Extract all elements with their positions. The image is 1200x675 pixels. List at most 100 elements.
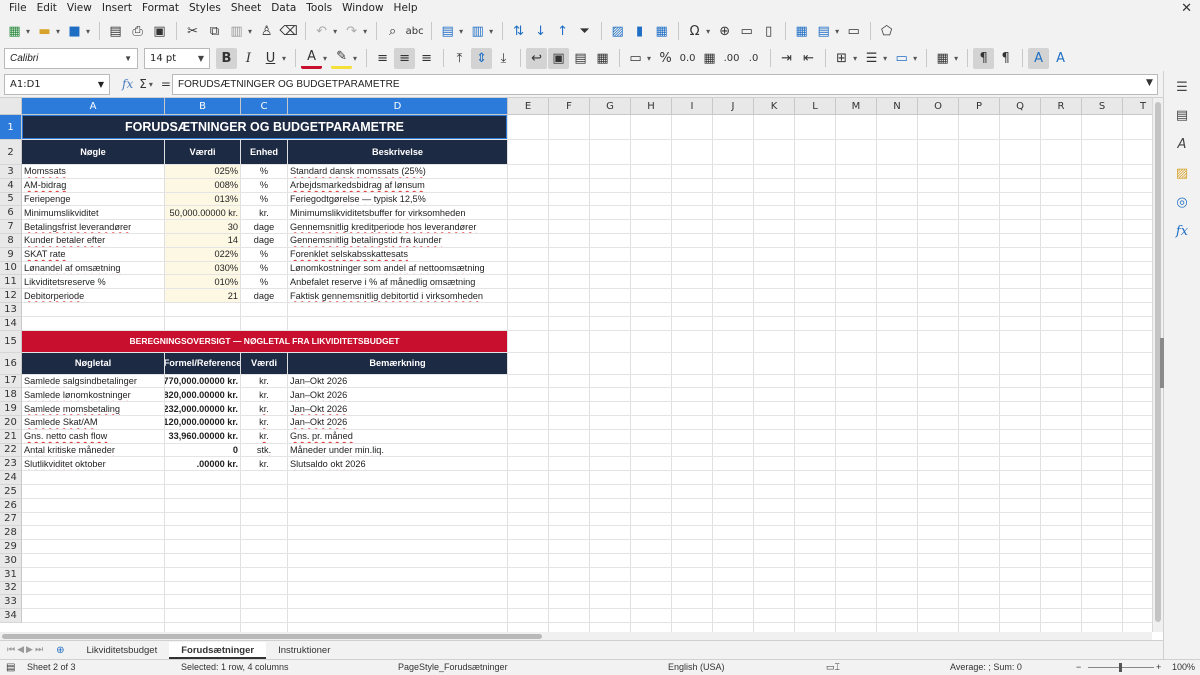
borders-dropdown-icon[interactable]: ▾: [853, 54, 857, 63]
kpi-value-cell[interactable]: 232,000.00000 kr.: [165, 402, 240, 415]
undo-dropdown-icon[interactable]: ▾: [333, 27, 337, 36]
column-header[interactable]: M: [836, 98, 877, 115]
close-document-icon[interactable]: ✕: [1181, 0, 1192, 17]
column-header[interactable]: J: [713, 98, 754, 115]
row-header[interactable]: 19: [0, 402, 22, 416]
param-unit-cell[interactable]: kr.: [241, 206, 287, 219]
row-header[interactable]: 25: [0, 485, 22, 499]
column-header[interactable]: F: [549, 98, 590, 115]
param-key-cell[interactable]: SKAT rate: [22, 248, 164, 261]
menu-item[interactable]: Edit: [32, 0, 62, 17]
row-header[interactable]: 34: [0, 609, 22, 623]
percent-format-icon[interactable]: %: [655, 48, 676, 69]
last-sheet-icon[interactable]: ⏭: [34, 645, 44, 655]
date-format-icon[interactable]: ▦: [699, 48, 720, 69]
row-header[interactable]: 2: [0, 140, 22, 165]
formula-input[interactable]: FORUDSÆTNINGER OG BUDGETPARAMETRE: [172, 74, 1158, 95]
menu-item[interactable]: Help: [389, 0, 423, 17]
underline-dropdown-icon[interactable]: ▾: [282, 54, 286, 63]
decrease-indent-icon[interactable]: ⇤: [798, 48, 819, 69]
param-desc-cell[interactable]: Forenklet selskabsskattesats: [288, 248, 507, 261]
name-box[interactable]: A1:D1 ▼: [4, 73, 110, 95]
kpi-unit-cell[interactable]: kr.: [241, 388, 287, 401]
kpi-key-cell[interactable]: Samlede salgsindbetalinger: [22, 375, 164, 388]
right-to-left-icon[interactable]: ¶: [995, 48, 1016, 69]
page-style[interactable]: PageStyle_Forudsætninger: [398, 662, 508, 672]
currency-dropdown-icon[interactable]: ▾: [647, 54, 651, 63]
styles-icon[interactable]: A: [1172, 134, 1192, 154]
param-value-cell[interactable]: 013%: [165, 192, 240, 206]
align-right-icon[interactable]: ≡: [416, 48, 437, 69]
kpi-key-cell[interactable]: Samlede momsbetaling: [22, 402, 164, 415]
insert-image-icon[interactable]: ▨: [607, 21, 628, 42]
find-replace-icon[interactable]: ⌕: [382, 21, 403, 42]
left-to-right-icon[interactable]: ¶: [973, 47, 995, 69]
language-status[interactable]: English (USA): [668, 662, 725, 672]
row-header[interactable]: 17: [0, 374, 22, 389]
spelling-icon[interactable]: abc: [404, 21, 425, 42]
param-key-cell[interactable]: Minimumslikviditet: [22, 206, 164, 219]
param-desc-cell[interactable]: Arbejdsmarkedsbidrag af lønsum: [288, 179, 507, 192]
sort-ascending-icon[interactable]: ↓: [530, 21, 551, 42]
select-all-corner[interactable]: [0, 98, 22, 115]
param-desc-cell[interactable]: Minimumslikviditetsbuffer for virksomhed…: [288, 206, 507, 219]
expand-formula-bar-icon[interactable]: ▼: [1146, 78, 1153, 88]
param-value-cell[interactable]: 030%: [165, 261, 240, 275]
param-desc-cell[interactable]: Feriegodtgørelse — typisk 12,5%: [288, 193, 507, 206]
menu-item[interactable]: Data: [266, 0, 301, 17]
paste-icon[interactable]: ▥: [226, 21, 247, 42]
param-unit-cell[interactable]: %: [241, 275, 287, 288]
param-desc-cell[interactable]: Gennemsnitlig betalingstid fra kunder: [288, 234, 507, 247]
param-value-cell[interactable]: 21: [165, 289, 240, 302]
kpi-key-cell[interactable]: Antal kritiske måneder: [22, 444, 164, 457]
clone-formatting-icon[interactable]: ♙: [256, 21, 277, 42]
param-value-cell[interactable]: 010%: [165, 275, 240, 289]
column-header[interactable]: G: [590, 98, 631, 115]
selection-mode-icon[interactable]: ▭⌶: [826, 662, 840, 673]
font-color-icon[interactable]: A: [301, 48, 323, 69]
kpi-key-cell[interactable]: Gns. netto cash flow: [22, 430, 164, 443]
section-title-cell[interactable]: BEREGNINGSOVERSIGT — NØGLETAL FRA LIKVID…: [22, 330, 507, 352]
row-header[interactable]: 4: [0, 178, 22, 193]
param-value-cell[interactable]: 008%: [165, 178, 240, 192]
special-character-icon[interactable]: Ω: [684, 21, 705, 42]
row-header[interactable]: 11: [0, 275, 22, 290]
row-header[interactable]: 29: [0, 540, 22, 554]
param-key-cell[interactable]: Debitorperiode: [22, 289, 164, 302]
print-preview-icon[interactable]: ▣: [149, 21, 170, 42]
sidebar-menu-icon[interactable]: ☰: [1172, 77, 1192, 97]
sum-icon[interactable]: Σ: [139, 77, 147, 91]
column-header[interactable]: N: [877, 98, 918, 115]
italic-icon[interactable]: I: [238, 48, 259, 69]
redo-icon[interactable]: ↷: [341, 21, 362, 42]
kpi-note-cell[interactable]: Jan–Okt 2026: [288, 402, 507, 415]
unmerge-cells-icon[interactable]: ▦: [592, 48, 613, 69]
save-icon[interactable]: ■: [64, 21, 85, 42]
currency-format-icon[interactable]: ▭: [625, 48, 646, 69]
param-desc-cell[interactable]: Faktisk gennemsnitlig debitortid i virks…: [288, 289, 507, 302]
conditional-format-icon[interactable]: ▦: [932, 48, 953, 69]
param-key-cell[interactable]: Feriepenge: [22, 193, 164, 206]
paste-dropdown-icon[interactable]: ▾: [248, 27, 252, 36]
kpi-key-cell[interactable]: Samlede lønomkostninger: [22, 388, 164, 401]
row-icon[interactable]: ▤: [437, 21, 458, 42]
font-name-combobox[interactable]: Calibri ▼: [4, 47, 138, 69]
prev-sheet-icon[interactable]: ◀: [16, 645, 25, 655]
number-format-icon[interactable]: 0.0: [677, 48, 698, 69]
insert-pivot-table-icon[interactable]: ▦: [651, 21, 672, 42]
save-dropdown-icon[interactable]: ▾: [86, 27, 90, 36]
column-header[interactable]: E: [508, 98, 549, 115]
split-window-icon[interactable]: ▭: [843, 21, 864, 42]
kpi-unit-cell[interactable]: kr.: [241, 375, 287, 388]
font-color-dropdown-icon[interactable]: ▾: [323, 54, 327, 63]
zoom-in-icon[interactable]: +: [1156, 662, 1161, 672]
menu-item[interactable]: Styles: [184, 0, 226, 17]
sum-dropdown-icon[interactable]: ▾: [149, 80, 153, 89]
horizontal-scrollbar[interactable]: [0, 632, 1152, 640]
row-header[interactable]: 20: [0, 416, 22, 430]
param-key-cell[interactable]: Betalingsfrist leverandører: [22, 220, 164, 233]
param-value-cell[interactable]: 50,000.00000 kr.: [165, 206, 240, 220]
first-sheet-icon[interactable]: ⏮: [6, 645, 16, 655]
row-header[interactable]: 16: [0, 352, 22, 375]
header-cell[interactable]: Nøgletal: [22, 352, 164, 374]
